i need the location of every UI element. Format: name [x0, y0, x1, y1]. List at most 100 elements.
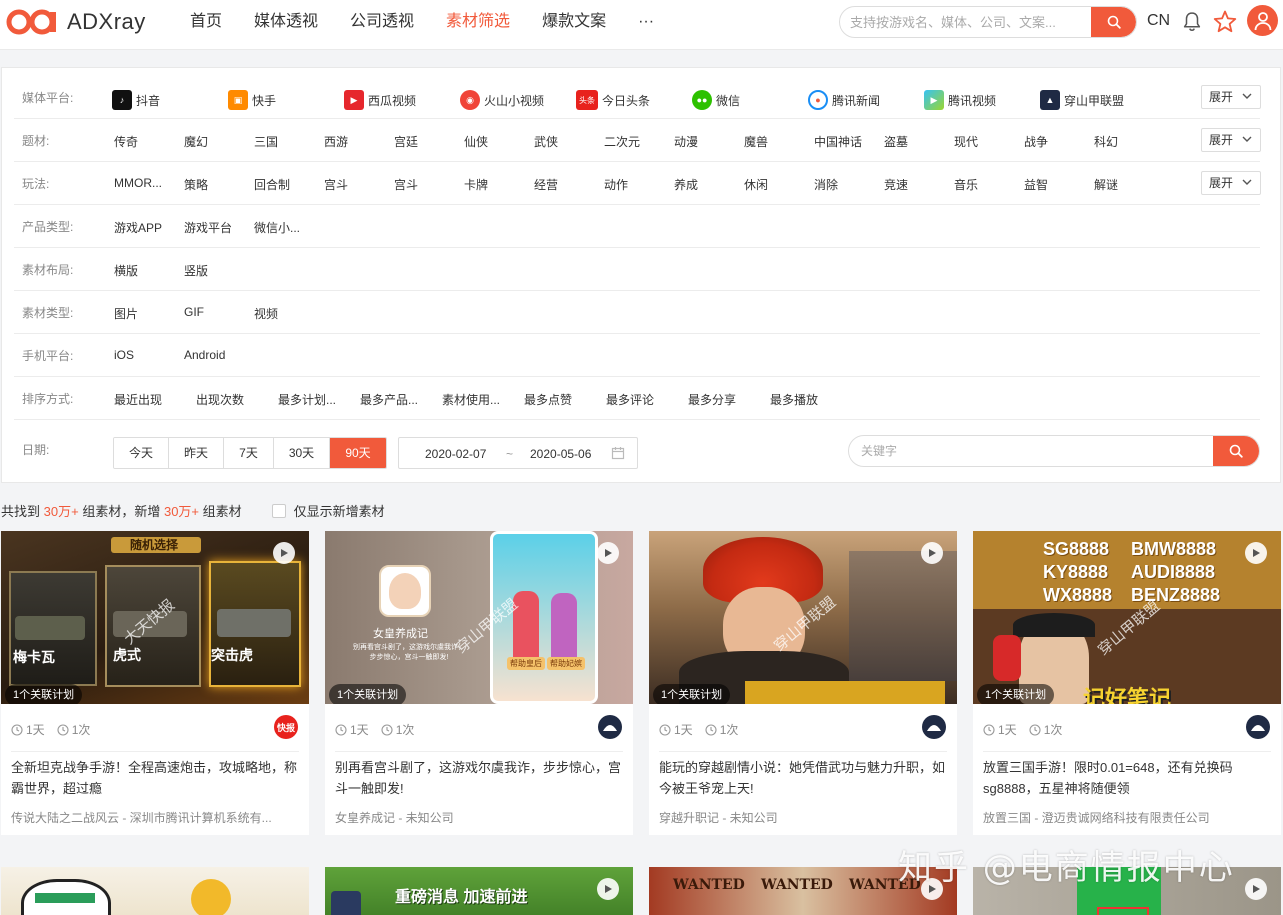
expand-theme-button[interactable]: 展开 [1201, 128, 1261, 152]
card-subtitle[interactable]: 女皇养成记 - 未知公司 [335, 809, 627, 826]
gameplay-option[interactable]: 宫斗 [324, 176, 348, 193]
theme-option[interactable]: 武侠 [534, 133, 558, 150]
sort-option[interactable]: 最近出现 [114, 391, 162, 408]
theme-option[interactable]: 三国 [254, 133, 278, 150]
play-button[interactable] [1245, 878, 1267, 900]
material-type-option[interactable]: GIF [184, 305, 204, 319]
related-plan-badge[interactable]: 1个关联计划 [977, 684, 1055, 704]
toutiao-publisher-icon[interactable]: 快报 [274, 715, 298, 739]
sort-option[interactable]: 最多分享 [688, 391, 736, 408]
theme-option[interactable]: 动漫 [674, 133, 698, 150]
expand-gameplay-button[interactable]: 展开 [1201, 171, 1261, 195]
gameplay-option[interactable]: 消除 [814, 176, 838, 193]
date-yesterday-button[interactable]: 昨天 [169, 438, 224, 468]
gameplay-option[interactable]: 休闲 [744, 176, 768, 193]
nav-company[interactable]: 公司透视 [334, 0, 430, 50]
theme-option[interactable]: 战争 [1024, 133, 1048, 150]
gameplay-option[interactable]: 动作 [604, 176, 628, 193]
media-douyin[interactable]: ♪ 抖音 [112, 90, 160, 110]
play-button[interactable] [921, 542, 943, 564]
bell-icon[interactable] [1182, 11, 1202, 33]
gameplay-option[interactable]: 回合制 [254, 176, 290, 193]
card-thumbnail[interactable]: 随机选择 梅卡瓦 虎式 突击虎 大天快报 1个关联计划 [1, 531, 309, 704]
theme-option[interactable]: 二次元 [604, 133, 640, 150]
material-card[interactable]: 穿山甲联盟 1个关联计划 1天 1次 能玩的穿越剧情小说：她凭借武功与魅力升职，… [649, 531, 957, 835]
theme-option[interactable]: 现代 [954, 133, 978, 150]
date-30d-button[interactable]: 30天 [274, 438, 330, 468]
product-option[interactable]: 游戏APP [114, 219, 162, 236]
only-new-checkbox[interactable] [271, 503, 286, 518]
material-card[interactable] [1, 867, 309, 915]
product-option[interactable]: 微信小... [254, 219, 300, 236]
date-today-button[interactable]: 今天 [114, 438, 169, 468]
brand-logo[interactable]: ADXray [6, 9, 146, 35]
media-huoshan[interactable]: ◉ 火山小视频 [460, 90, 544, 110]
nav-media[interactable]: 媒体透视 [238, 0, 334, 50]
theme-option[interactable]: 仙侠 [464, 133, 488, 150]
theme-option[interactable]: 西游 [324, 133, 348, 150]
only-new-checkbox-label[interactable]: 仅显示新增素材 [294, 501, 385, 520]
pangle-publisher-icon[interactable] [1246, 715, 1270, 739]
gameplay-option[interactable]: 经营 [534, 176, 558, 193]
sort-option[interactable]: 素材使用... [442, 391, 500, 408]
theme-option[interactable]: 魔幻 [184, 133, 208, 150]
theme-option[interactable]: 传奇 [114, 133, 138, 150]
date-90d-button[interactable]: 90天 [330, 438, 386, 468]
media-xigua[interactable]: ▶ 西瓜视频 [344, 90, 416, 110]
gameplay-option[interactable]: MMOR... [114, 176, 162, 190]
gameplay-option[interactable]: 竞速 [884, 176, 908, 193]
device-option[interactable]: iOS [114, 348, 134, 362]
expand-media-button[interactable]: 展开 [1201, 85, 1261, 109]
card-thumbnail[interactable]: SG8888 BMW8888 KY8888 AUDI8888 WX8888 BE… [973, 531, 1281, 704]
nav-home[interactable]: 首页 [174, 0, 238, 50]
card-title[interactable]: 全新坦克战争手游！全程高速炮击，攻城略地，称霸世界，超过瘾 [11, 757, 301, 799]
sort-option[interactable]: 最多点赞 [524, 391, 572, 408]
product-option[interactable]: 游戏平台 [184, 219, 232, 236]
card-subtitle[interactable]: 传说大陆之二战风云 - 深圳市腾讯计算机系统有... [11, 809, 303, 826]
related-plan-badge[interactable]: 1个关联计划 [5, 684, 83, 704]
card-title[interactable]: 放置三国手游！限时0.01=648，还有兑换码sg8888，五星神将随便领 [983, 757, 1273, 799]
material-card[interactable]: SG8888 BMW8888 KY8888 AUDI8888 WX8888 BE… [973, 531, 1281, 835]
layout-option[interactable]: 竖版 [184, 262, 208, 279]
media-tencent-video[interactable]: ▶ 腾讯视频 [924, 90, 996, 110]
material-type-option[interactable]: 图片 [114, 305, 138, 322]
card-thumbnail[interactable]: 女皇养成记 别再看宫斗剧了，这游戏尔虞我诈，步步惊心，宫斗一触即发! 帮助皇后 … [325, 531, 633, 704]
date-range-picker[interactable]: 2020-02-07 ~ 2020-05-06 [398, 437, 638, 469]
pangle-publisher-icon[interactable] [598, 715, 622, 739]
media-kuaishou[interactable]: ▣ 快手 [228, 90, 276, 110]
material-card[interactable]: 重磅消息 加速前进 [325, 867, 633, 915]
gameplay-option[interactable]: 卡牌 [464, 176, 488, 193]
gameplay-option[interactable]: 宫斗 [394, 176, 418, 193]
material-type-option[interactable]: 视频 [254, 305, 278, 322]
play-button[interactable] [1245, 542, 1267, 564]
sort-option[interactable]: 出现次数 [196, 391, 244, 408]
related-plan-badge[interactable]: 1个关联计划 [653, 684, 731, 704]
theme-option[interactable]: 中国神话 [814, 133, 862, 150]
media-pangle[interactable]: ▲ 穿山甲联盟 [1040, 90, 1124, 110]
gameplay-option[interactable]: 养成 [674, 176, 698, 193]
keyword-search-button[interactable] [1213, 436, 1259, 466]
media-wechat[interactable]: ●● 微信 [692, 90, 740, 110]
gameplay-option[interactable]: 策略 [184, 176, 208, 193]
card-thumbnail[interactable]: 穿山甲联盟 1个关联计划 [649, 531, 957, 704]
related-plan-badge[interactable]: 1个关联计划 [329, 684, 407, 704]
gameplay-option[interactable]: 益智 [1024, 176, 1048, 193]
card-subtitle[interactable]: 放置三国 - 澄迈贵诚网络科技有限责任公司 [983, 809, 1275, 826]
media-toutiao[interactable]: 头条 今日头条 [576, 90, 650, 110]
date-7d-button[interactable]: 7天 [224, 438, 274, 468]
nav-material-filter[interactable]: 素材筛选 [430, 0, 526, 50]
play-button[interactable] [597, 542, 619, 564]
card-title[interactable]: 能玩的穿越剧情小说：她凭借武功与魅力升职，如今被王爷宠上天! [659, 757, 949, 799]
theme-option[interactable]: 宫廷 [394, 133, 418, 150]
theme-option[interactable]: 魔兽 [744, 133, 768, 150]
gameplay-option[interactable]: 解谜 [1094, 176, 1118, 193]
gameplay-option[interactable]: 音乐 [954, 176, 978, 193]
card-subtitle[interactable]: 穿越升职记 - 未知公司 [659, 809, 951, 826]
global-search-button[interactable] [1091, 7, 1136, 37]
layout-option[interactable]: 横版 [114, 262, 138, 279]
nav-hot-copy[interactable]: 爆款文案 [526, 0, 622, 50]
material-card[interactable]: 随机选择 梅卡瓦 虎式 突击虎 大天快报 1个关联计划 1天 1次 快报 全新坦… [1, 531, 309, 835]
keyword-input[interactable] [849, 436, 1215, 466]
language-switch[interactable]: CN [1147, 12, 1170, 30]
play-button[interactable] [273, 542, 295, 564]
